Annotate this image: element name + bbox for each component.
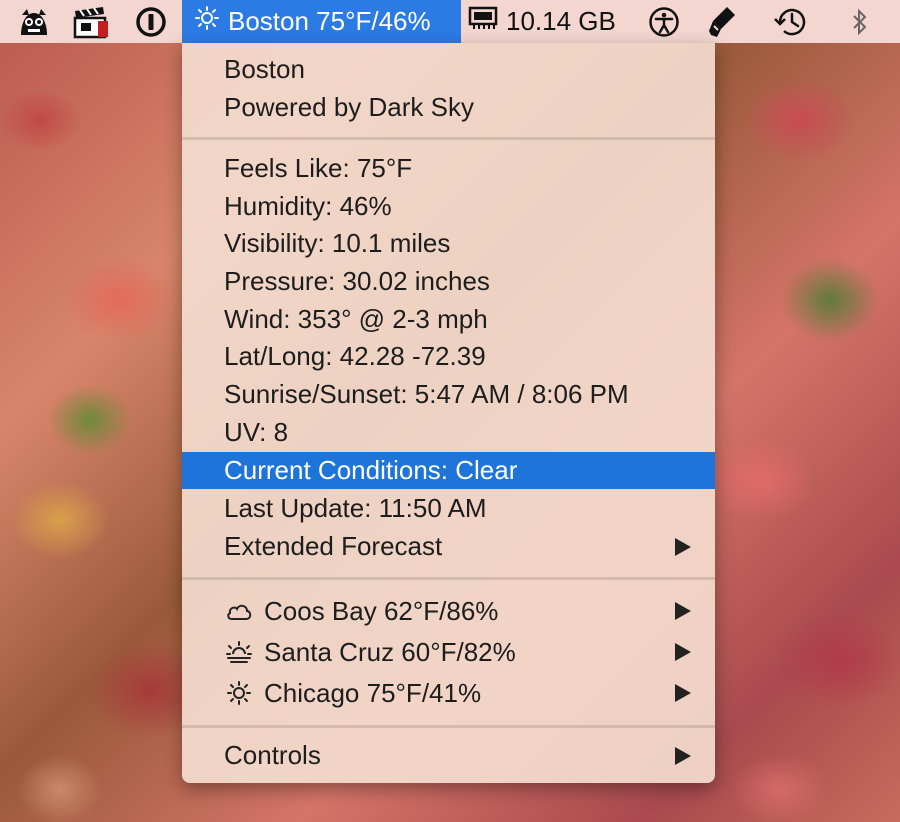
city-item-santa-cruz[interactable]: Santa Cruz 60°F/82% (182, 632, 715, 672)
menu-separator (182, 137, 715, 140)
menu-separator (182, 577, 715, 580)
submenu-arrow-icon (675, 643, 691, 661)
city-item-coos-bay[interactable]: Coos Bay 62°F/86% (182, 591, 715, 631)
visibility-item[interactable]: Visibility: 10.1 miles (182, 225, 715, 262)
current-conditions-item[interactable]: Current Conditions: Clear (182, 452, 715, 489)
sunrise-sunset-item[interactable]: Sunrise/Sunset: 5:47 AM / 8:06 PM (182, 376, 715, 413)
sun-icon (194, 5, 220, 38)
city-label: Chicago 75°F/41% (264, 677, 482, 708)
lat-long-item[interactable]: Lat/Long: 42.28 -72.39 (182, 338, 715, 375)
extended-forecast-item[interactable]: Extended Forecast (182, 528, 715, 565)
controls-label: Controls (224, 740, 321, 770)
gremlin-icon[interactable] (14, 0, 54, 43)
humidity-item[interactable]: Humidity: 46% (182, 188, 715, 225)
submenu-arrow-icon (675, 684, 691, 702)
bluetooth-icon[interactable] (845, 0, 875, 43)
submenu-arrow-icon (675, 746, 691, 765)
city-label: Coos Bay 62°F/86% (264, 595, 499, 626)
password-icon[interactable] (131, 0, 171, 43)
sunset-icon (224, 637, 254, 667)
city-item-chicago[interactable]: Chicago 75°F/41% (182, 673, 715, 713)
city-label: Santa Cruz 60°F/82% (264, 636, 516, 667)
uv-item[interactable]: UV: 8 (182, 414, 715, 451)
submenu-arrow-icon (675, 602, 691, 620)
menu-bar: Boston 75°F/46% 10.14 GB (0, 0, 900, 43)
cloud-icon (224, 596, 254, 626)
extended-forecast-label: Extended Forecast (224, 531, 443, 561)
wind-item[interactable]: Wind: 353° @ 2-3 mph (182, 301, 715, 338)
controls-item[interactable]: Controls (182, 737, 715, 774)
accessibility-icon[interactable] (645, 0, 683, 43)
submenu-arrow-icon (675, 537, 691, 556)
weather-menu: Boston Powered by Dark Sky Feels Like: 7… (182, 43, 715, 783)
memory-label: 10.14 GB (506, 6, 616, 36)
pressure-item[interactable]: Pressure: 30.02 inches (182, 263, 715, 300)
time-machine-icon[interactable] (772, 0, 812, 43)
clapper-icon[interactable] (70, 0, 114, 43)
powered-by-label[interactable]: Powered by Dark Sky (182, 89, 715, 126)
feels-like-item[interactable]: Feels Like: 75°F (182, 150, 715, 187)
weather-status-item[interactable]: Boston 75°F/46% (182, 0, 461, 43)
location-name: Boston (224, 54, 305, 84)
weather-status-label: Boston 75°F/46% (228, 6, 431, 36)
pen-icon[interactable] (705, 0, 741, 43)
last-update-item[interactable]: Last Update: 11:50 AM (182, 490, 715, 527)
memory-chip-icon (468, 5, 498, 38)
menu-separator (182, 725, 715, 728)
memory-status-item[interactable]: 10.14 GB (468, 0, 616, 43)
sun-icon (224, 678, 254, 708)
